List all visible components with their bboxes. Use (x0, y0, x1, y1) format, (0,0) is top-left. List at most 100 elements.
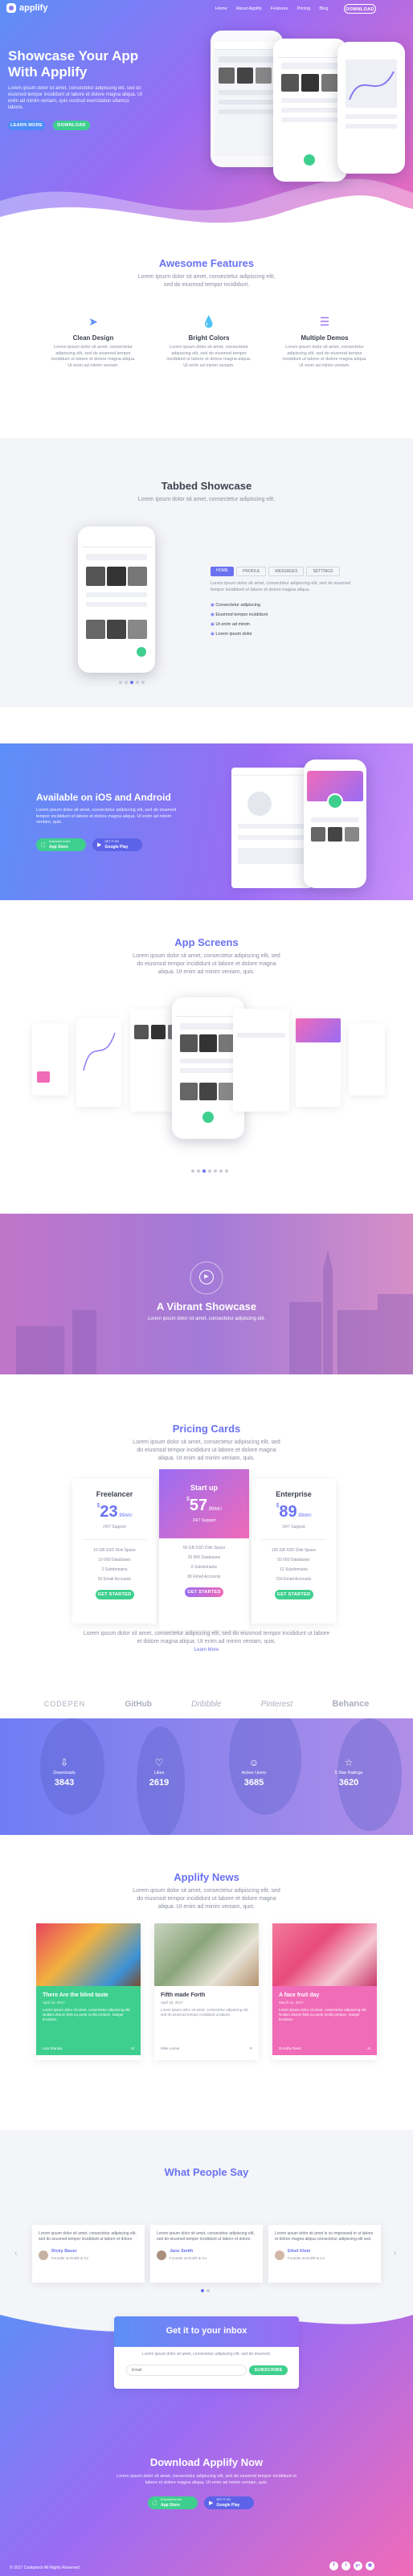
user-icon: ☺ (248, 1757, 260, 1768)
news-headline[interactable]: There Are the blind taste (43, 1992, 134, 1998)
layers-icon: ☰ (319, 315, 330, 328)
avatar (275, 2250, 284, 2260)
next-arrow-icon[interactable]: › (394, 2249, 396, 2258)
tab-home[interactable]: HOME (211, 567, 234, 576)
list-item: ◉ Eiusmod tempor incididunt (211, 612, 268, 617)
testimonial-quote: Lorem ipsum dolor sit amet is so impress… (275, 2231, 374, 2242)
dribbble-icon[interactable]: ◉ (366, 2562, 374, 2570)
news-subtitle: Lorem ipsum dolor sit amet, consectetur … (133, 1888, 280, 1910)
get-started-button[interactable]: GET STARTED (185, 1587, 223, 1597)
testimonial-name: Ethel Klein (288, 2249, 311, 2254)
plan-price: 89 (279, 1503, 297, 1521)
news-date: April 20, 2017 (161, 2001, 183, 2005)
news-card-2[interactable]: Fifth made Forth April 20, 2017 Lorem ip… (154, 1923, 259, 2060)
avatar (39, 2250, 48, 2260)
prev-arrow-icon[interactable]: ‹ (14, 2249, 17, 2258)
codepen-logo[interactable]: CODEPEN (44, 1700, 86, 1708)
nav-download-button[interactable]: DOWNLOAD (344, 4, 376, 14)
pricing-title: Pricing Cards (172, 1423, 241, 1435)
tabbed-phone (78, 526, 155, 673)
comment-icon: ✉ (249, 2046, 252, 2050)
feature-text: Lorem ipsum dolor sit amet, consectetur … (166, 345, 251, 368)
github-logo[interactable]: GitHub (125, 1700, 151, 1709)
get-started-button[interactable]: GET STARTED (274, 1590, 313, 1599)
testimonial-quote: Lorem ipsum dolor sit amet, consectetur … (157, 2231, 255, 2242)
tab-settings[interactable]: SETTINGS (306, 567, 340, 576)
plan-feature: 12 Subdomains (280, 1567, 308, 1572)
nav-item-pricing[interactable]: Pricing (297, 6, 311, 11)
feature-title: Clean Design (72, 334, 114, 342)
list-item: ◉ Ut enim ad minim (211, 622, 251, 627)
behance-logo[interactable]: Behance (332, 1699, 369, 1709)
plan-period: /MO (125, 1513, 133, 1518)
news-image (154, 1923, 259, 1986)
features-section: Awesome Features Lorem ipsum dolor sit a… (0, 241, 413, 426)
hero-title-line2: With Applify (8, 64, 88, 80)
avatar (157, 2250, 166, 2260)
brand-logo[interactable]: applify (6, 3, 47, 13)
news-author: Mike Lamar (161, 2046, 180, 2050)
news-headline[interactable]: Fifth made Forth (161, 1992, 252, 1998)
get-started-button[interactable]: GET STARTED (95, 1590, 134, 1599)
check-icon: ◉ (211, 632, 215, 637)
app-store-button[interactable]:  Download on theApp Store (36, 838, 86, 851)
plan-feature: 10 000 Databases (98, 1558, 131, 1562)
news-card-3[interactable]: A face fruit day March 11, 2017 Lorem ip… (272, 1923, 377, 2060)
footer-app-store-button[interactable]:  Download on theApp Store (148, 2496, 198, 2509)
nav-item-blog[interactable]: Blog (319, 6, 328, 11)
news-date: March 11, 2017 (279, 2001, 304, 2005)
dribbble-logo[interactable]: Dribbble (191, 1700, 221, 1709)
screen-card-6 (349, 1023, 385, 1096)
footer-google-play-button[interactable]: ▶ GET IT ON Google Play (204, 2496, 254, 2509)
play-icon: ▶ (97, 842, 102, 848)
tabbed-pager (117, 681, 145, 684)
stat-value: 3843 (54, 1778, 75, 1788)
stat-value: 2619 (149, 1778, 170, 1788)
learn-more-button[interactable]: LEARN MORE (8, 121, 45, 130)
google-play-button[interactable]: ▶ GET IT ON Google Play (92, 838, 142, 851)
subscribe-button[interactable]: SUBSCRIBE (249, 2365, 288, 2375)
testimonial-role: Founder at Dorkk & Co (288, 2256, 325, 2260)
vibrant-subtitle: Lorem ipsum dolor sit amet, consectetur … (147, 1317, 266, 1321)
plan-cents: .99 (117, 1513, 125, 1518)
play-icon[interactable]: ▶ (199, 1270, 214, 1284)
learn-more-link[interactable]: Learn More (0, 1648, 413, 1652)
check-icon: ◉ (211, 612, 215, 617)
news-card-1[interactable]: There Are the blind taste April 18, 2017… (36, 1923, 141, 2060)
navbar: applify Home About Applify Features Pric… (0, 0, 413, 18)
news-headline[interactable]: A face fruit day (279, 1992, 370, 1998)
tab-messages[interactable]: MESSAGES (268, 567, 305, 576)
facebook-icon[interactable]: f (329, 2562, 338, 2570)
tab-profile[interactable]: PROFILE (236, 567, 267, 576)
available-section: Available on iOS and Android Lorem ipsum… (0, 743, 413, 900)
plan-support: 24/7 Support (282, 1525, 305, 1530)
googleplus-icon[interactable]: g+ (354, 2562, 362, 2570)
hero-download-button[interactable]: DOWNLOAD (53, 121, 90, 130)
plan-feature: 6 Subdomains (191, 1565, 217, 1570)
twitter-icon[interactable]: t (341, 2562, 350, 2570)
plan-price: 23 (100, 1503, 118, 1521)
stat-ratings: ☆ 5 Star Ratings 3620 (317, 1757, 381, 1788)
news-excerpt: Lorem ipsum dolor sit amet, consectetur … (161, 2008, 249, 2017)
plan-feature: 50 Email Accounts (97, 1577, 132, 1582)
nav-item-home[interactable]: Home (215, 6, 227, 11)
pinterest-logo[interactable]: Pinterest (261, 1700, 292, 1709)
comment-icon: ✉ (367, 2046, 370, 2050)
testimonial-name: Jane Smith (170, 2249, 194, 2254)
pricing-card-startup: Start up $57.99/MO 24/7 Support 50 GB SS… (159, 1469, 249, 1630)
nav-item-features[interactable]: Features (271, 6, 288, 11)
nav-item-about[interactable]: About Applify (236, 6, 262, 11)
email-input[interactable] (126, 2365, 247, 2376)
news-excerpt: Lorem ipsum dolor sit amet, consectetur … (279, 2008, 367, 2021)
check-icon: ◉ (211, 622, 215, 627)
stat-label: Likes (153, 1771, 165, 1775)
testimonial-role: Founder at Dorkk & Co (51, 2256, 89, 2260)
plan-support: 24/7 Support (192, 1518, 216, 1523)
feature-card: 💧 Bright Colors Lorem ipsum dolor sit am… (164, 315, 254, 369)
plan-feature: 150 Email Accounts (276, 1577, 312, 1582)
stat-label: Downloads (53, 1771, 76, 1775)
plan-feature: 2 Subdomains (101, 1567, 128, 1572)
plan-cents: .99 (296, 1513, 305, 1518)
logo-icon (6, 3, 16, 13)
comment-icon: ✉ (131, 2046, 134, 2050)
